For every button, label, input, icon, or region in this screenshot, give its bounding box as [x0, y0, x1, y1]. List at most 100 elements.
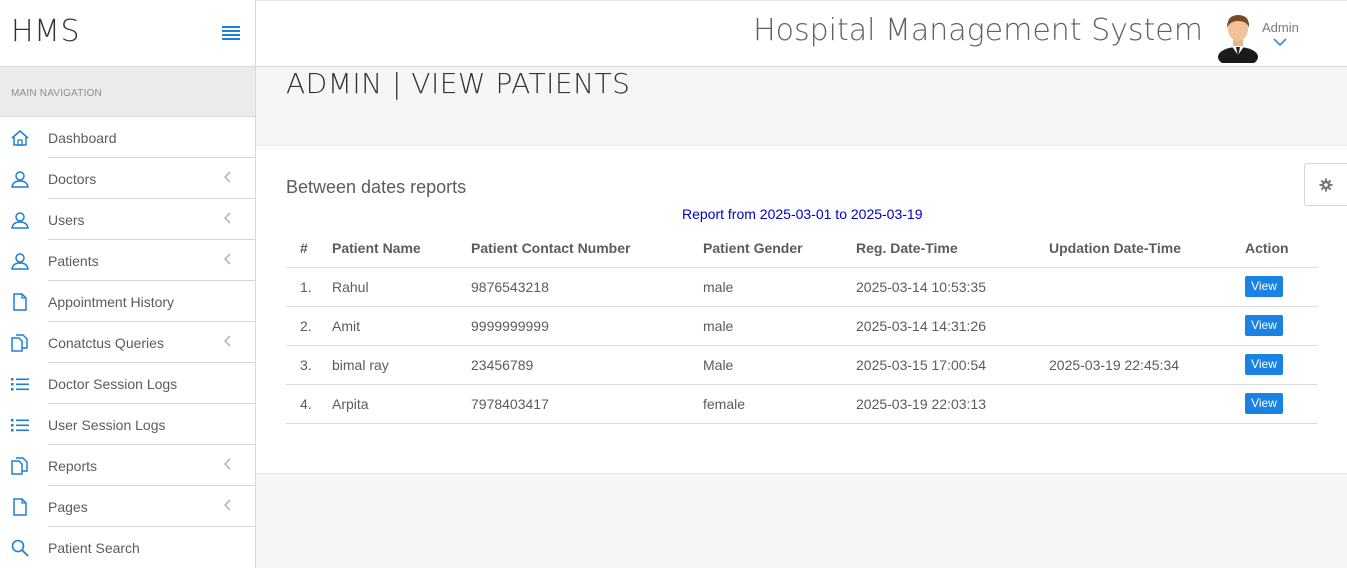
- sidebar-item-dashboard[interactable]: Dashboard: [0, 117, 255, 158]
- row-number: 4.: [286, 384, 332, 424]
- files-icon: [11, 457, 28, 475]
- page-title: ADMIN | VIEW PATIENTS: [286, 67, 631, 100]
- chevron-left-icon: [224, 458, 231, 470]
- search-icon: [11, 539, 29, 557]
- app-title: Hospital Management System: [753, 13, 1203, 48]
- report-panel: Between dates reports Report from 2025-0…: [256, 145, 1347, 474]
- updation-datetime: [1049, 306, 1245, 346]
- sidebar-item-user-session-logs[interactable]: User Session Logs: [0, 404, 255, 445]
- reg-datetime: 2025-03-19 22:03:13: [856, 384, 1049, 424]
- chevron-left-icon: [224, 253, 231, 265]
- sidebar: HMS MAIN NAVIGATION Dashboard Doctors User…: [0, 0, 256, 568]
- row-number: 2.: [286, 306, 332, 346]
- action-cell: View: [1245, 306, 1318, 346]
- sidebar-item-patients[interactable]: Patients: [0, 240, 255, 281]
- brand-area: HMS: [0, 0, 255, 67]
- sidebar-item-doctor-session-logs[interactable]: Doctor Session Logs: [0, 363, 255, 404]
- patient-contact: 9876543218: [471, 267, 703, 307]
- sidebar-item-label: User Session Logs: [48, 417, 166, 433]
- sidebar-item-conatctus-queries[interactable]: Conatctus Queries: [0, 322, 255, 363]
- sidebar-item-label: Patients: [48, 253, 99, 269]
- col-header-action: Action: [1245, 230, 1318, 268]
- chevron-down-icon[interactable]: [1273, 37, 1287, 47]
- col-header-contact: Patient Contact Number: [471, 230, 703, 268]
- view-button[interactable]: View: [1245, 276, 1283, 297]
- updation-datetime: 2025-03-19 22:45:34: [1049, 345, 1245, 385]
- patient-gender: male: [703, 267, 856, 307]
- nav-header: MAIN NAVIGATION: [0, 67, 255, 117]
- reg-datetime: 2025-03-15 17:00:54: [856, 345, 1049, 385]
- file-icon: [13, 498, 27, 516]
- sidebar-item-users[interactable]: Users: [0, 199, 255, 240]
- files-icon: [11, 334, 28, 352]
- table-body: 1. Rahul 9876543218 male 2025-03-14 10:53:35…: [286, 267, 1318, 424]
- brand-logo[interactable]: HMS: [11, 14, 80, 49]
- table-row: 3. bimal ray 23456789 Male 2025-03-15 17:00:…: [286, 345, 1318, 385]
- sidebar-item-label: Doctors: [48, 171, 97, 187]
- col-header-gender: Patient Gender: [703, 230, 856, 268]
- col-header-updation-date: Updation Date-Time: [1049, 230, 1245, 268]
- sidebar-item-patient-search[interactable]: Patient Search: [0, 527, 255, 568]
- patient-gender: Male: [703, 345, 856, 385]
- updation-datetime: [1049, 384, 1245, 424]
- sidebar-item-label: Dashboard: [48, 130, 117, 146]
- patient-contact: 23456789: [471, 345, 703, 385]
- action-cell: View: [1245, 384, 1318, 424]
- chevron-left-icon: [224, 499, 231, 511]
- patient-name: Amit: [332, 306, 471, 346]
- updation-datetime: [1049, 267, 1245, 307]
- sidebar-item-doctors[interactable]: Doctors: [0, 158, 255, 199]
- patient-contact: 9999999999: [471, 306, 703, 346]
- menu-toggle-icon[interactable]: [222, 26, 240, 40]
- sidebar-item-pages[interactable]: Pages: [0, 486, 255, 527]
- sidebar-item-label: Conatctus Queries: [48, 335, 164, 351]
- action-cell: View: [1245, 267, 1318, 307]
- patients-table: # Patient Name Patient Contact Number Pa…: [286, 230, 1318, 424]
- view-button[interactable]: View: [1245, 315, 1283, 336]
- home-icon: [11, 130, 29, 146]
- settings-button[interactable]: [1304, 163, 1347, 206]
- topbar: Hospital Management System Admin: [256, 0, 1347, 67]
- user-icon: [11, 253, 29, 270]
- app-root: HMS MAIN NAVIGATION Dashboard Doctors User…: [0, 0, 1347, 568]
- reg-datetime: 2025-03-14 14:31:26: [856, 306, 1049, 346]
- sidebar-item-label: Doctor Session Logs: [48, 376, 178, 392]
- sidebar-nav: Dashboard Doctors Users Patients Appointment…: [0, 117, 255, 568]
- list-icon: [11, 419, 29, 432]
- view-button[interactable]: View: [1245, 354, 1283, 375]
- sidebar-item-label: Reports: [48, 458, 98, 474]
- panel-heading: Between dates reports: [286, 177, 467, 197]
- chevron-left-icon: [224, 212, 231, 224]
- table-header-row: # Patient Name Patient Contact Number Pa…: [286, 230, 1318, 268]
- patient-gender: female: [703, 384, 856, 424]
- user-avatar-icon[interactable]: [1217, 11, 1259, 63]
- sidebar-item-label: Patient Search: [48, 540, 140, 556]
- page-title-area: ADMIN | VIEW PATIENTS: [256, 67, 1347, 145]
- row-number: 3.: [286, 345, 332, 385]
- list-icon: [11, 378, 29, 391]
- patient-name: Arpita: [332, 384, 471, 424]
- patient-name: Rahul: [332, 267, 471, 307]
- sidebar-item-label: Users: [48, 212, 85, 228]
- sidebar-item-appointment-history[interactable]: Appointment History: [0, 281, 255, 322]
- sidebar-item-label: Appointment History: [48, 294, 175, 310]
- patient-gender: male: [703, 306, 856, 346]
- user-icon: [11, 171, 29, 188]
- chevron-left-icon: [224, 335, 231, 347]
- chevron-left-icon: [224, 171, 231, 183]
- report-range-text: Report from 2025-03-01 to 2025-03-19: [682, 206, 923, 222]
- col-header-name: Patient Name: [332, 230, 471, 268]
- patient-name: bimal ray: [332, 345, 471, 385]
- col-header-reg-date: Reg. Date-Time: [856, 230, 1049, 268]
- patient-contact: 7978403417: [471, 384, 703, 424]
- reg-datetime: 2025-03-14 10:53:35: [856, 267, 1049, 307]
- table-row: 1. Rahul 9876543218 male 2025-03-14 10:53:35…: [286, 267, 1318, 307]
- col-header-number: #: [286, 230, 332, 268]
- sidebar-item-reports[interactable]: Reports: [0, 445, 255, 486]
- gear-icon: [1319, 178, 1333, 192]
- view-button[interactable]: View: [1245, 393, 1283, 414]
- row-number: 1.: [286, 267, 332, 307]
- admin-user-label[interactable]: Admin: [1262, 20, 1299, 35]
- table-row: 4. Arpita 7978403417 female 2025-03-19 22:03…: [286, 384, 1318, 424]
- sidebar-item-label: Pages: [48, 499, 88, 515]
